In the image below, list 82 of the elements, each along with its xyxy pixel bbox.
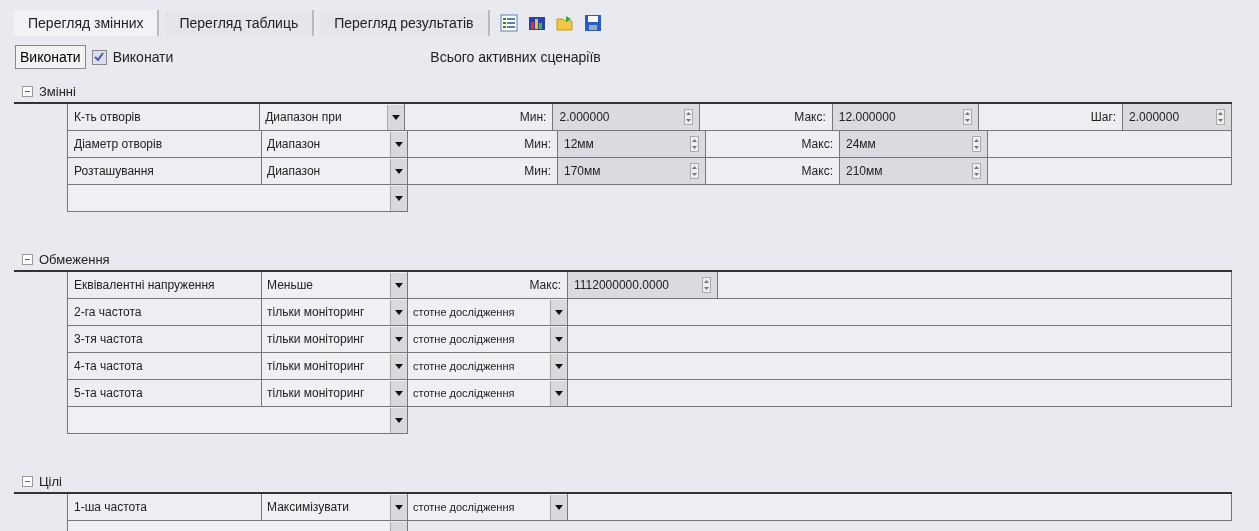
min-spinbox[interactable]: 170мм	[558, 158, 706, 185]
name-cell: К-ть отворів	[67, 104, 261, 131]
max-label: Макс:	[408, 272, 568, 299]
spin-arrows-icon[interactable]	[690, 136, 699, 152]
spin-arrows-icon[interactable]	[1216, 109, 1225, 125]
caret-icon[interactable]	[555, 309, 563, 315]
collapse-icon[interactable]	[22, 253, 33, 265]
run-checkbox[interactable]	[91, 49, 107, 65]
checkbox-label: Виконати	[112, 49, 174, 65]
name-cell: 3-тя частота	[67, 326, 262, 353]
caret-icon[interactable]	[555, 504, 563, 510]
caret-icon[interactable]	[395, 363, 403, 369]
option-dropdown[interactable]: стотне дослідження	[408, 299, 568, 326]
min-label: Мин:	[408, 131, 558, 158]
name-cell: Розташування	[67, 158, 262, 185]
mode-dropdown[interactable]: Максимізувати	[262, 494, 408, 521]
section-title: Обмеження	[39, 251, 110, 267]
option-dropdown[interactable]: стотне дослідження	[408, 326, 568, 353]
option-dropdown[interactable]: стотне дослідження	[408, 380, 568, 407]
min-label: Мин:	[408, 158, 558, 185]
option-dropdown[interactable]: стотне дослідження	[408, 353, 568, 380]
spin-arrows-icon[interactable]	[972, 163, 981, 179]
caret-icon[interactable]	[395, 168, 403, 174]
spin-arrows-icon[interactable]	[684, 109, 693, 125]
max-spinbox[interactable]: 12.000000	[832, 104, 980, 131]
mode-dropdown[interactable]: Диапазон	[262, 131, 408, 158]
caret-icon[interactable]	[555, 363, 563, 369]
spin-arrows-icon[interactable]	[972, 136, 981, 152]
max-spinbox[interactable]: 24мм	[840, 131, 988, 158]
name-cell: 5-та частота	[67, 380, 262, 407]
add-row-dropdown[interactable]	[67, 407, 408, 434]
mode-dropdown[interactable]: тільки моніторинг	[262, 299, 408, 326]
caret-icon[interactable]	[395, 141, 403, 147]
step-spinbox[interactable]: 2.000000	[1123, 104, 1232, 131]
caret-icon[interactable]	[555, 336, 563, 342]
caret-icon[interactable]	[555, 390, 563, 396]
spin-arrows-icon[interactable]	[963, 109, 973, 125]
caret-icon[interactable]	[395, 195, 403, 201]
tab[interactable]: Перегляд таблиць	[165, 10, 315, 36]
tab[interactable]: Перегляд змінних	[14, 10, 160, 36]
min-spinbox[interactable]: 12мм	[558, 131, 706, 158]
min-label: Мин:	[404, 104, 554, 131]
max-label: Макс:	[706, 158, 840, 185]
name-cell: Діаметр отворів	[67, 131, 262, 158]
spin-arrows-icon[interactable]	[702, 277, 711, 293]
max-spinbox[interactable]: 1112000000.0000	[568, 272, 718, 299]
mode-dropdown[interactable]: Диапазон при	[260, 104, 405, 131]
max-spinbox[interactable]: 210мм	[840, 158, 988, 185]
spin-arrows-icon[interactable]	[690, 163, 699, 179]
caret-icon[interactable]	[395, 336, 403, 342]
folder-icon[interactable]	[555, 14, 574, 32]
collapse-icon[interactable]	[22, 85, 33, 97]
min-spinbox[interactable]: 2.000000	[553, 104, 700, 131]
caret-icon[interactable]	[395, 309, 403, 315]
mode-dropdown[interactable]: Меньше	[262, 272, 408, 299]
run-button[interactable]: Виконати	[15, 45, 86, 69]
caret-icon[interactable]	[395, 417, 403, 423]
save-icon[interactable]	[583, 14, 602, 32]
mode-dropdown[interactable]: тільки моніторинг	[262, 326, 408, 353]
list-icon[interactable]	[499, 14, 518, 32]
add-row-dropdown[interactable]	[67, 185, 408, 212]
mode-dropdown[interactable]: тільки моніторинг	[262, 353, 408, 380]
name-cell: 1-ша частота	[67, 494, 262, 521]
name-cell: 4-та частота	[67, 353, 262, 380]
tab[interactable]: Перегляд результатів	[320, 10, 490, 36]
caret-icon[interactable]	[395, 504, 403, 510]
caret-icon[interactable]	[395, 390, 403, 396]
collapse-icon[interactable]	[22, 475, 33, 487]
chart-icon[interactable]	[527, 14, 546, 32]
name-cell: Еквівалентні напруження	[67, 272, 262, 299]
section-title: Цілі	[39, 473, 62, 489]
option-dropdown[interactable]: стотне дослідження	[408, 494, 568, 521]
step-label: Шаг:	[979, 104, 1124, 131]
max-label: Макс:	[706, 131, 840, 158]
mode-dropdown[interactable]: Диапазон	[262, 158, 408, 185]
section-title: Змінні	[39, 83, 76, 99]
caret-icon[interactable]	[395, 282, 403, 288]
scenarios-label: Всього активних сценаріїв	[430, 49, 601, 65]
mode-dropdown[interactable]: тільки моніторинг	[262, 380, 408, 407]
caret-icon[interactable]	[391, 114, 400, 120]
name-cell: 2-га частота	[67, 299, 262, 326]
max-label: Макс:	[700, 104, 833, 131]
